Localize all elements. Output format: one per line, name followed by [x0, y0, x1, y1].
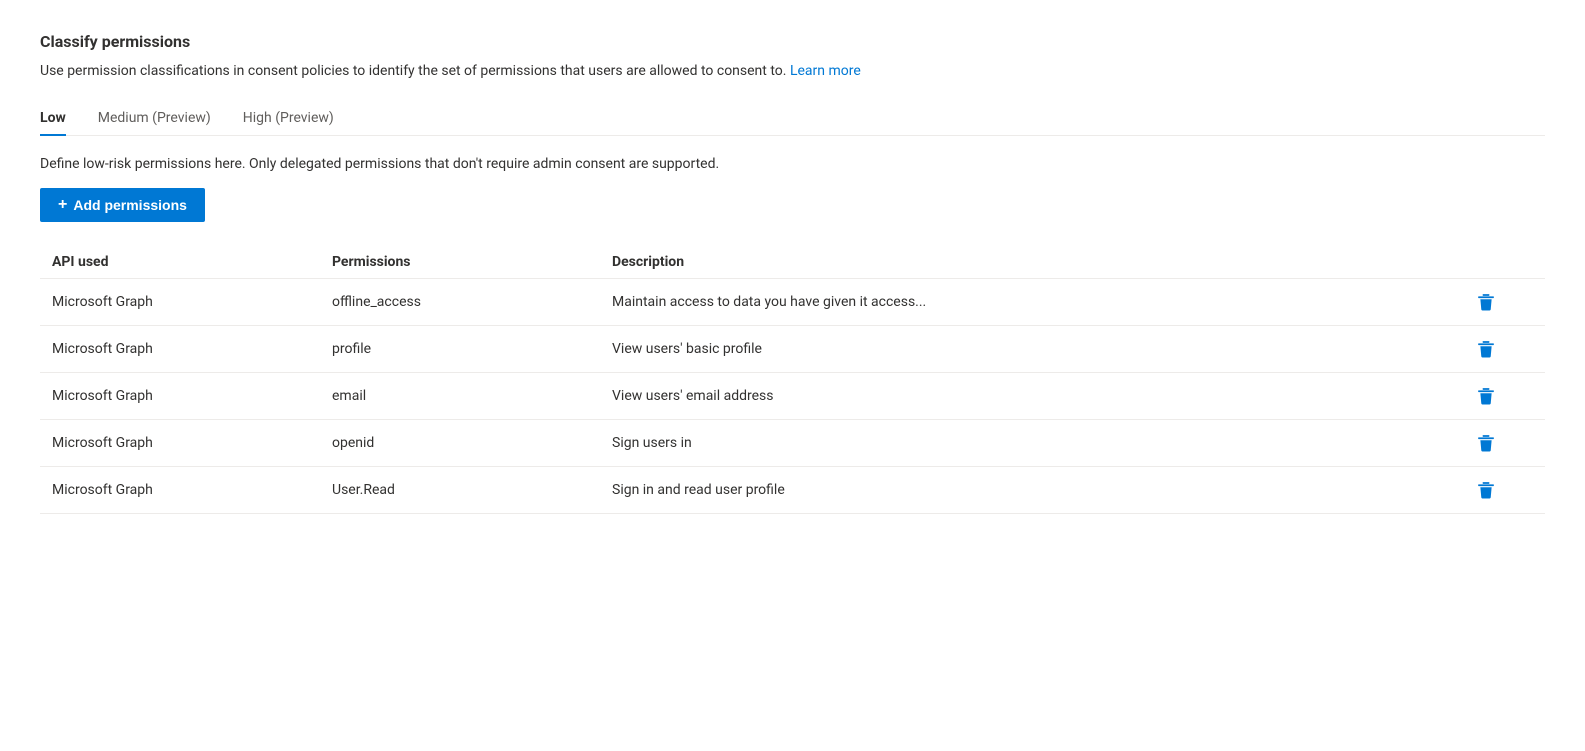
- page-description: Use permission classifications in consen…: [40, 61, 1545, 82]
- add-permissions-button[interactable]: + Add permissions: [40, 188, 205, 222]
- delete-button-0[interactable]: [1473, 289, 1499, 315]
- cell-description-3: Sign users in: [612, 435, 1473, 451]
- cell-api-4: Microsoft Graph: [52, 482, 332, 498]
- cell-permission-4: User.Read: [332, 482, 612, 498]
- col-header-actions: [1473, 254, 1533, 270]
- tab-low[interactable]: Low: [40, 102, 66, 136]
- delete-button-1[interactable]: [1473, 336, 1499, 362]
- table-row: Microsoft Graph openid Sign users in: [40, 420, 1545, 467]
- trash-icon-2: [1477, 387, 1495, 405]
- delete-button-3[interactable]: [1473, 430, 1499, 456]
- trash-icon-1: [1477, 340, 1495, 358]
- tab-medium[interactable]: Medium (Preview): [98, 102, 211, 136]
- cell-action-2: [1473, 383, 1533, 409]
- cell-permission-3: openid: [332, 435, 612, 451]
- cell-action-4: [1473, 477, 1533, 503]
- trash-icon-0: [1477, 293, 1495, 311]
- description-text: Use permission classifications in consen…: [40, 63, 786, 79]
- delete-button-2[interactable]: [1473, 383, 1499, 409]
- cell-action-3: [1473, 430, 1533, 456]
- cell-permission-2: email: [332, 388, 612, 404]
- cell-description-0: Maintain access to data you have given i…: [612, 294, 1473, 310]
- page-container: Classify permissions Use permission clas…: [40, 32, 1545, 514]
- tab-high[interactable]: High (Preview): [243, 102, 334, 136]
- tab-bar: Low Medium (Preview) High (Preview): [40, 102, 1545, 136]
- col-header-api: API used: [52, 254, 332, 270]
- col-header-description: Description: [612, 254, 1473, 270]
- table-row: Microsoft Graph offline_access Maintain …: [40, 279, 1545, 326]
- table-row: Microsoft Graph email View users' email …: [40, 373, 1545, 420]
- cell-description-4: Sign in and read user profile: [612, 482, 1473, 498]
- permissions-table: API used Permissions Description Microso…: [40, 246, 1545, 514]
- cell-action-0: [1473, 289, 1533, 315]
- learn-more-link[interactable]: Learn more: [790, 63, 861, 79]
- cell-description-2: View users' email address: [612, 388, 1473, 404]
- trash-icon-3: [1477, 434, 1495, 452]
- cell-action-1: [1473, 336, 1533, 362]
- cell-api-0: Microsoft Graph: [52, 294, 332, 310]
- col-header-permissions: Permissions: [332, 254, 612, 270]
- low-risk-description: Define low-risk permissions here. Only d…: [40, 156, 1545, 172]
- page-title: Classify permissions: [40, 32, 1545, 51]
- cell-permission-1: profile: [332, 341, 612, 357]
- cell-api-1: Microsoft Graph: [52, 341, 332, 357]
- table-row: Microsoft Graph User.Read Sign in and re…: [40, 467, 1545, 514]
- plus-icon: +: [58, 196, 67, 214]
- cell-description-1: View users' basic profile: [612, 341, 1473, 357]
- cell-permission-0: offline_access: [332, 294, 612, 310]
- table-row: Microsoft Graph profile View users' basi…: [40, 326, 1545, 373]
- cell-api-3: Microsoft Graph: [52, 435, 332, 451]
- trash-icon-4: [1477, 481, 1495, 499]
- table-header: API used Permissions Description: [40, 246, 1545, 279]
- delete-button-4[interactable]: [1473, 477, 1499, 503]
- add-permissions-label: Add permissions: [73, 197, 187, 213]
- cell-api-2: Microsoft Graph: [52, 388, 332, 404]
